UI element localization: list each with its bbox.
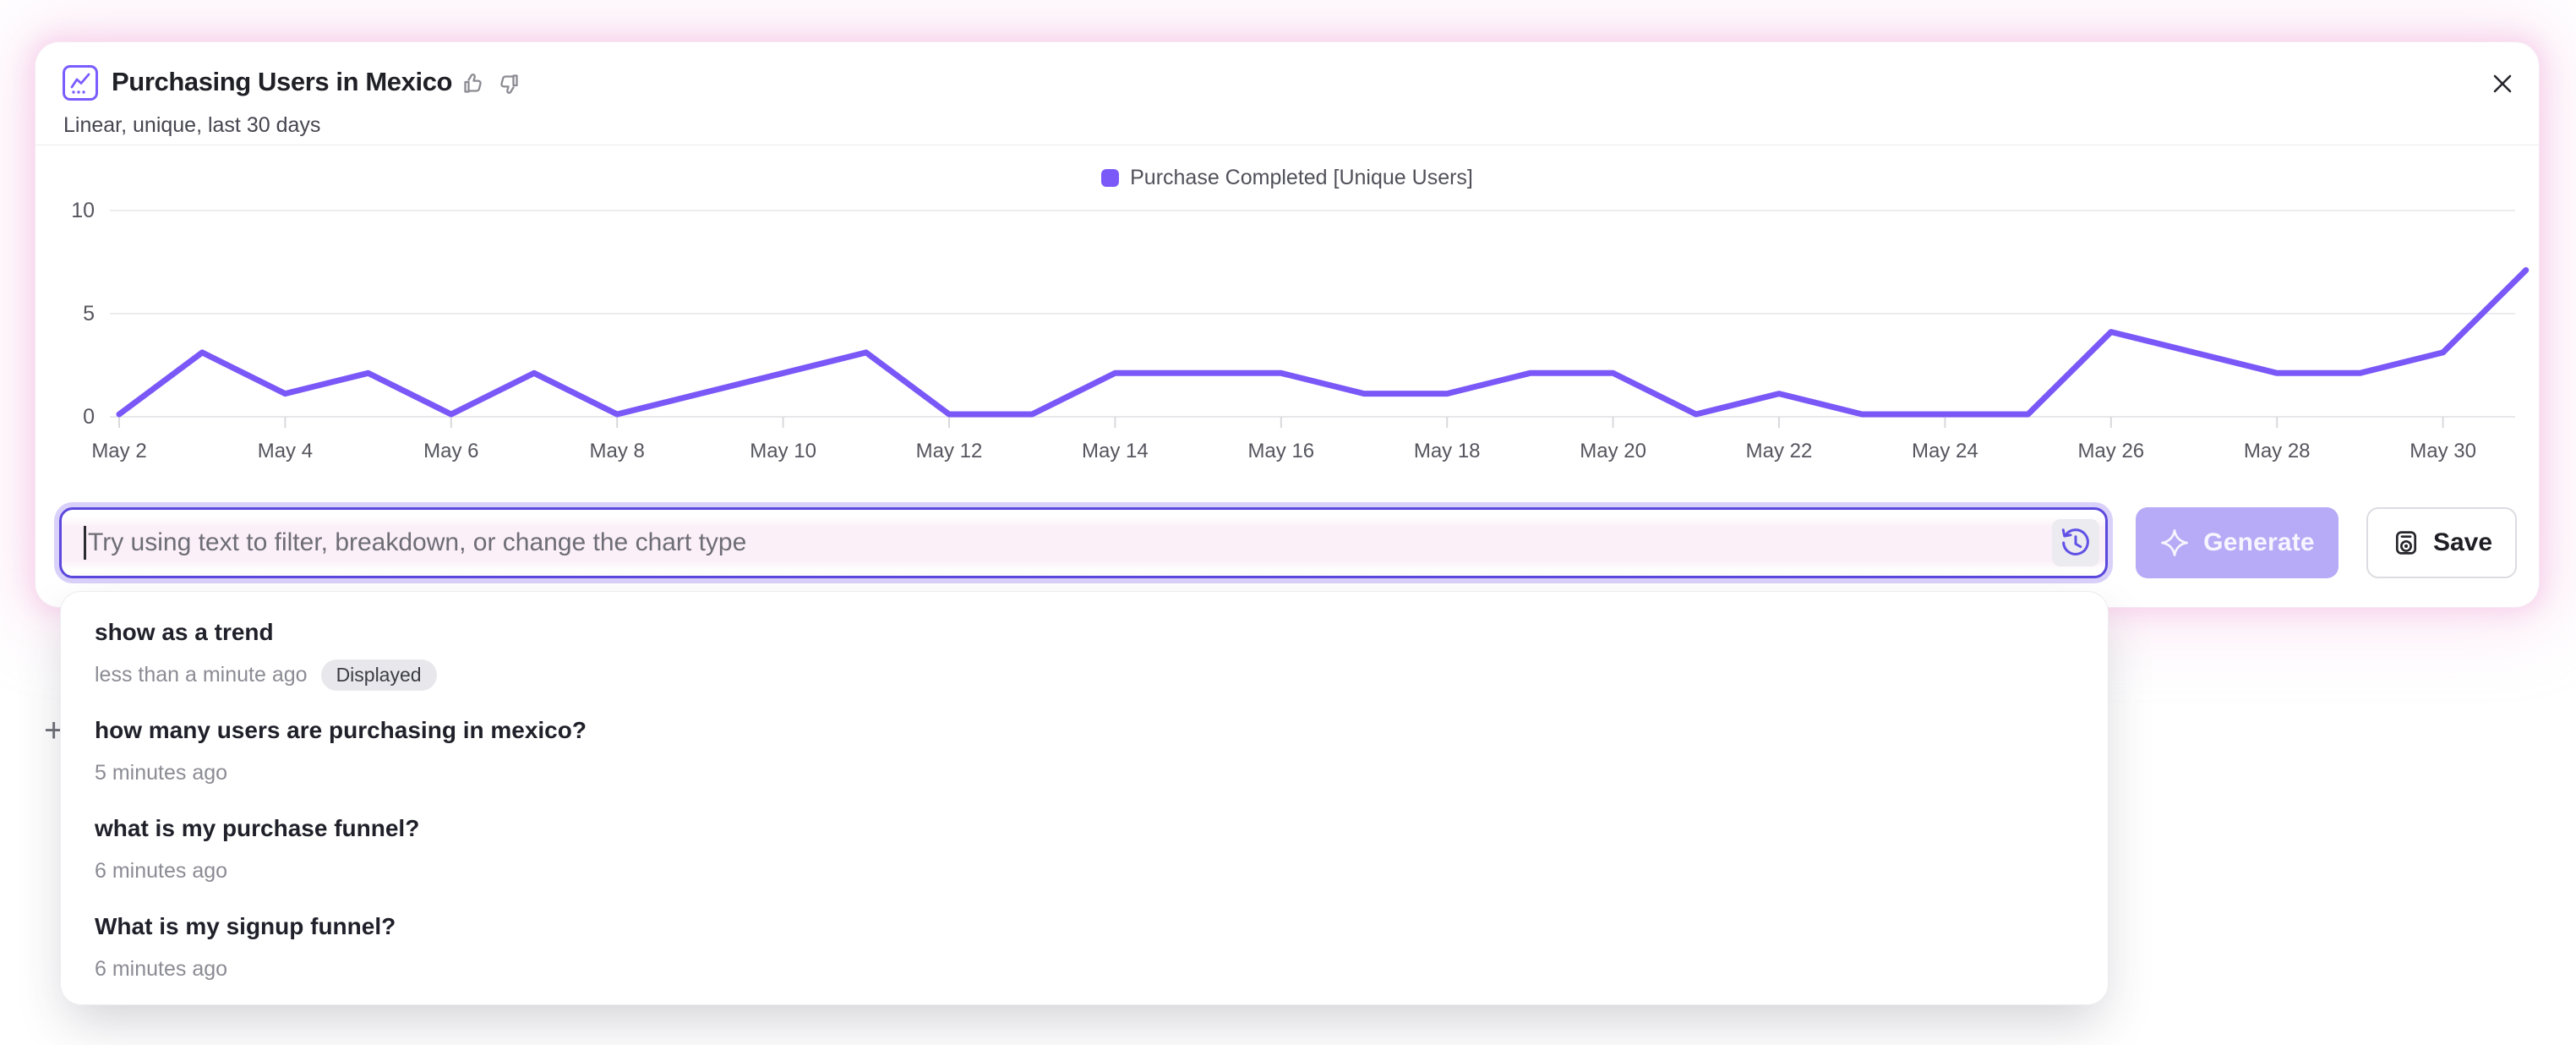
history-item-meta: 6 minutes ago (95, 955, 2074, 982)
y-tick-label: 5 (49, 301, 95, 326)
x-tick-label: May 14 (1047, 440, 1182, 463)
x-tick-label: May 22 (1711, 440, 1847, 463)
history-item-query: what is my purchase funnel? (95, 813, 2074, 844)
text-caret (84, 526, 86, 560)
page: + Purchasing Users in Mexico (0, 0, 2576, 1045)
x-tick-label: May 30 (2376, 440, 2511, 463)
history-item-meta: 6 minutes ago (95, 857, 2074, 884)
y-tick-label: 10 (49, 198, 95, 223)
x-ticks (119, 417, 2443, 428)
x-tick-label: May 4 (217, 440, 352, 463)
chart-preview-card: Purchasing Users in Mexico Linea (35, 42, 2539, 607)
history-item-query: show as a trend (95, 617, 2074, 648)
input-placeholder: Try using text to filter, breakdown, or … (88, 528, 746, 557)
x-tick-label: May 16 (1214, 440, 1349, 463)
history-button[interactable] (2052, 519, 2099, 566)
y-tick-label: 0 (49, 404, 95, 429)
x-tick-label: May 2 (52, 440, 187, 463)
history-item[interactable]: What is my signup funnel? 6 minutes ago (61, 898, 2108, 996)
x-tick-label: May 24 (1877, 440, 2012, 463)
save-icon (2391, 528, 2421, 558)
history-item-time: 6 minutes ago (95, 859, 227, 884)
x-tick-label: May 10 (716, 440, 851, 463)
history-item-time: 5 minutes ago (95, 761, 227, 785)
save-button[interactable]: Save (2366, 507, 2517, 578)
history-item[interactable]: show as a trend less than a minute ago Dis… (61, 604, 2108, 702)
history-item-meta: 5 minutes ago (95, 759, 2074, 786)
x-tick-label: May 12 (881, 440, 1017, 463)
save-button-label: Save (2433, 528, 2492, 557)
history-item-meta: less than a minute ago Displayed (95, 661, 2074, 688)
query-history-dropdown: show as a trend less than a minute ago Dis… (61, 592, 2108, 1004)
displayed-badge: Displayed (321, 659, 437, 691)
history-item[interactable]: how many users are purchasing in mexico?… (61, 702, 2108, 800)
generate-button[interactable]: Generate (2136, 507, 2339, 578)
generate-button-label: Generate (2203, 528, 2315, 557)
trend-line (119, 271, 2526, 415)
ai-query-input[interactable]: Try using text to filter, breakdown, or … (59, 507, 2108, 578)
x-tick-label: May 8 (549, 440, 685, 463)
history-item-time: less than a minute ago (95, 663, 308, 687)
history-item-time: 6 minutes ago (95, 957, 227, 982)
x-tick-label: May 20 (1546, 440, 1681, 463)
history-item-query: What is my signup funnel? (95, 911, 2074, 942)
history-item-query: how many users are purchasing in mexico? (95, 715, 2074, 746)
x-tick-label: May 6 (384, 440, 519, 463)
sparkle-icon (2159, 528, 2190, 558)
history-item[interactable]: what is my purchase funnel? 6 minutes ago (61, 800, 2108, 898)
x-tick-label: May 26 (2044, 440, 2179, 463)
x-tick-label: May 18 (1379, 440, 1514, 463)
x-tick-label: May 28 (2209, 440, 2344, 463)
